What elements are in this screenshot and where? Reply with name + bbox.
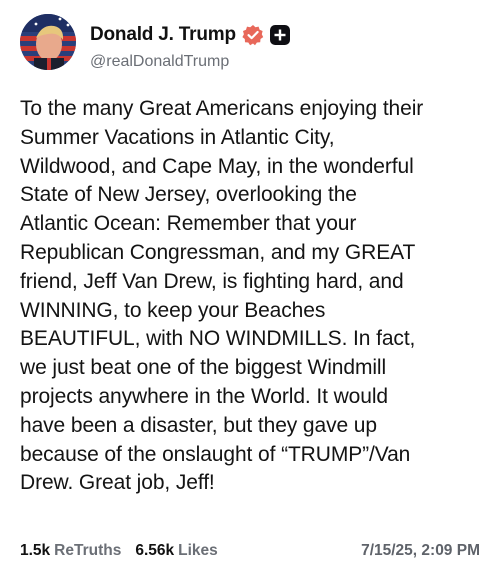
post-text: To the many Great Americans enjoying the… — [20, 97, 424, 495]
avatar[interactable] — [20, 14, 76, 70]
handle[interactable]: @realDonaldTrump — [90, 53, 229, 71]
display-name[interactable]: Donald J. Trump — [90, 24, 236, 46]
avatar-image — [20, 14, 76, 70]
verified-badge-icon — [242, 24, 264, 46]
likes-count: 6.56k — [135, 542, 175, 559]
retruths-stat[interactable]: 1.5k ReTruths — [20, 542, 121, 560]
post-header: Donald J. Trump @realDonaldTrump — [20, 14, 480, 74]
truth-post: Donald J. Trump @realDonaldTrump To the … — [0, 0, 500, 578]
name-row: Donald J. Trump — [90, 24, 290, 46]
likes-label: Likes — [178, 542, 218, 559]
retruths-label: ReTruths — [54, 542, 122, 559]
post-stats: 1.5k ReTruths 6.56k Likes — [20, 542, 218, 560]
likes-stat[interactable]: 6.56k Likes — [135, 542, 217, 560]
timestamp[interactable]: 7/15/25, 2:09 PM — [361, 542, 480, 560]
post-footer: 1.5k ReTruths 6.56k Likes 7/15/25, 2:09 … — [20, 542, 480, 564]
plus-badge-icon — [269, 25, 290, 45]
retruths-count: 1.5k — [20, 542, 51, 559]
